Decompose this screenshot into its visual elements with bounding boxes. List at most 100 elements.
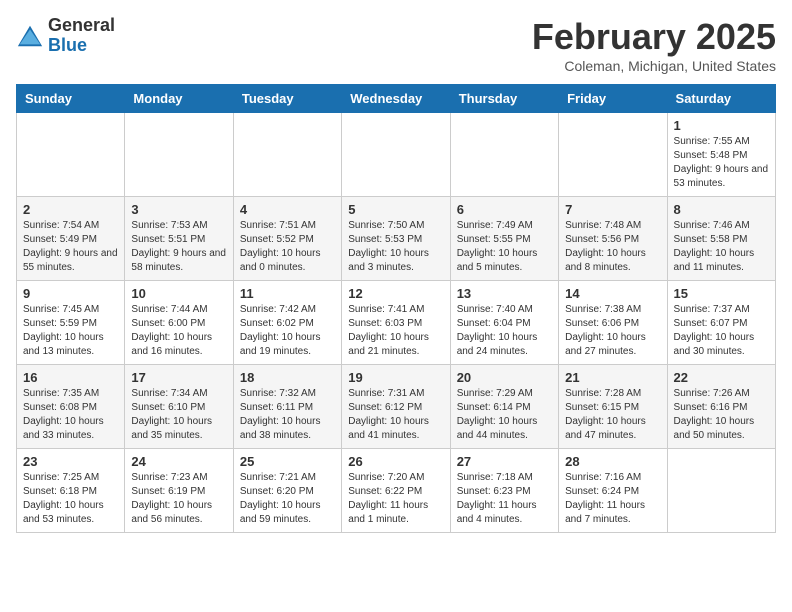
day-number: 22 <box>674 370 769 385</box>
title-area: February 2025 Coleman, Michigan, United … <box>532 16 776 74</box>
day-info: Sunrise: 7:20 AM Sunset: 6:22 PM Dayligh… <box>348 471 443 527</box>
day-cell <box>559 113 667 197</box>
day-info: Sunrise: 7:45 AM Sunset: 5:59 PM Dayligh… <box>23 303 118 359</box>
day-cell: 25 Sunrise: 7:21 AM Sunset: 6:20 PM Dayli… <box>233 449 341 533</box>
day-info: Sunrise: 7:50 AM Sunset: 5:53 PM Dayligh… <box>348 219 443 275</box>
day-cell: 2 Sunrise: 7:54 AM Sunset: 5:49 PM Daylig… <box>17 197 125 281</box>
day-info: Sunrise: 7:28 AM Sunset: 6:15 PM Dayligh… <box>565 387 660 443</box>
day-number: 24 <box>131 454 226 469</box>
calendar-header: SundayMondayTuesdayWednesdayThursdayFrid… <box>17 85 776 113</box>
day-cell: 9 Sunrise: 7:45 AM Sunset: 5:59 PM Daylig… <box>17 281 125 365</box>
day-number: 17 <box>131 370 226 385</box>
day-cell: 20Sunrise: 7:29 AM Sunset: 6:14 PM Dayli… <box>450 365 558 449</box>
day-info: Sunrise: 7:42 AM Sunset: 6:02 PM Dayligh… <box>240 303 335 359</box>
day-info: Sunrise: 7:31 AM Sunset: 6:12 PM Dayligh… <box>348 387 443 443</box>
day-header-thursday: Thursday <box>450 85 558 113</box>
day-number: 14 <box>565 286 660 301</box>
day-cell: 18 Sunrise: 7:32 AM Sunset: 6:11 PM Dayli… <box>233 365 341 449</box>
day-number: 11 <box>240 286 335 301</box>
day-number: 16 <box>23 370 118 385</box>
day-info: Sunrise: 7:44 AM Sunset: 6:00 PM Dayligh… <box>131 303 226 359</box>
day-header-tuesday: Tuesday <box>233 85 341 113</box>
day-header-sunday: Sunday <box>17 85 125 113</box>
day-cell: 5 Sunrise: 7:50 AM Sunset: 5:53 PM Daylig… <box>342 197 450 281</box>
day-info: Sunrise: 7:40 AM Sunset: 6:04 PM Dayligh… <box>457 303 552 359</box>
day-number: 20 <box>457 370 552 385</box>
day-info: Sunrise: 7:21 AM Sunset: 6:20 PM Dayligh… <box>240 471 335 527</box>
day-cell: 7Sunrise: 7:48 AM Sunset: 5:56 PM Daylig… <box>559 197 667 281</box>
day-cell: 17 Sunrise: 7:34 AM Sunset: 6:10 PM Dayli… <box>125 365 233 449</box>
week-row-3: 9 Sunrise: 7:45 AM Sunset: 5:59 PM Daylig… <box>17 281 776 365</box>
day-number: 23 <box>23 454 118 469</box>
day-number: 15 <box>674 286 769 301</box>
day-cell: 12Sunrise: 7:41 AM Sunset: 6:03 PM Dayli… <box>342 281 450 365</box>
day-cell: 10 Sunrise: 7:44 AM Sunset: 6:00 PM Dayli… <box>125 281 233 365</box>
day-info: Sunrise: 7:55 AM Sunset: 5:48 PM Dayligh… <box>674 135 769 191</box>
header-row: SundayMondayTuesdayWednesdayThursdayFrid… <box>17 85 776 113</box>
day-cell: 13 Sunrise: 7:40 AM Sunset: 6:04 PM Dayli… <box>450 281 558 365</box>
day-cell <box>450 113 558 197</box>
day-number: 9 <box>23 286 118 301</box>
day-info: Sunrise: 7:16 AM Sunset: 6:24 PM Dayligh… <box>565 471 660 527</box>
day-number: 19 <box>348 370 443 385</box>
day-cell <box>342 113 450 197</box>
day-number: 18 <box>240 370 335 385</box>
month-title: February 2025 <box>532 16 776 58</box>
location: Coleman, Michigan, United States <box>532 58 776 74</box>
day-info: Sunrise: 7:49 AM Sunset: 5:55 PM Dayligh… <box>457 219 552 275</box>
logo: General Blue <box>16 16 115 56</box>
day-info: Sunrise: 7:25 AM Sunset: 6:18 PM Dayligh… <box>23 471 118 527</box>
day-number: 25 <box>240 454 335 469</box>
day-number: 13 <box>457 286 552 301</box>
day-info: Sunrise: 7:48 AM Sunset: 5:56 PM Dayligh… <box>565 219 660 275</box>
day-cell: 8 Sunrise: 7:46 AM Sunset: 5:58 PM Daylig… <box>667 197 775 281</box>
day-number: 8 <box>674 202 769 217</box>
day-cell: 15 Sunrise: 7:37 AM Sunset: 6:07 PM Dayli… <box>667 281 775 365</box>
day-info: Sunrise: 7:23 AM Sunset: 6:19 PM Dayligh… <box>131 471 226 527</box>
day-info: Sunrise: 7:37 AM Sunset: 6:07 PM Dayligh… <box>674 303 769 359</box>
day-info: Sunrise: 7:51 AM Sunset: 5:52 PM Dayligh… <box>240 219 335 275</box>
day-cell <box>667 449 775 533</box>
week-row-1: 1 Sunrise: 7:55 AM Sunset: 5:48 PM Daylig… <box>17 113 776 197</box>
day-number: 2 <box>23 202 118 217</box>
logo-blue: Blue <box>48 36 115 56</box>
day-number: 3 <box>131 202 226 217</box>
day-cell: 11 Sunrise: 7:42 AM Sunset: 6:02 PM Dayli… <box>233 281 341 365</box>
day-info: Sunrise: 7:38 AM Sunset: 6:06 PM Dayligh… <box>565 303 660 359</box>
day-cell: 21 Sunrise: 7:28 AM Sunset: 6:15 PM Dayli… <box>559 365 667 449</box>
day-cell: 19 Sunrise: 7:31 AM Sunset: 6:12 PM Dayli… <box>342 365 450 449</box>
day-cell: 22 Sunrise: 7:26 AM Sunset: 6:16 PM Dayli… <box>667 365 775 449</box>
day-cell <box>233 113 341 197</box>
day-number: 26 <box>348 454 443 469</box>
day-header-monday: Monday <box>125 85 233 113</box>
day-cell: 27Sunrise: 7:18 AM Sunset: 6:23 PM Dayli… <box>450 449 558 533</box>
day-number: 4 <box>240 202 335 217</box>
day-info: Sunrise: 7:35 AM Sunset: 6:08 PM Dayligh… <box>23 387 118 443</box>
day-info: Sunrise: 7:34 AM Sunset: 6:10 PM Dayligh… <box>131 387 226 443</box>
day-cell <box>125 113 233 197</box>
day-header-saturday: Saturday <box>667 85 775 113</box>
day-number: 1 <box>674 118 769 133</box>
day-cell: 26 Sunrise: 7:20 AM Sunset: 6:22 PM Dayli… <box>342 449 450 533</box>
calendar-body: 1 Sunrise: 7:55 AM Sunset: 5:48 PM Daylig… <box>17 113 776 533</box>
day-number: 28 <box>565 454 660 469</box>
day-cell: 24 Sunrise: 7:23 AM Sunset: 6:19 PM Dayli… <box>125 449 233 533</box>
week-row-5: 23 Sunrise: 7:25 AM Sunset: 6:18 PM Dayli… <box>17 449 776 533</box>
day-info: Sunrise: 7:18 AM Sunset: 6:23 PM Dayligh… <box>457 471 552 527</box>
day-cell: 4 Sunrise: 7:51 AM Sunset: 5:52 PM Daylig… <box>233 197 341 281</box>
day-number: 12 <box>348 286 443 301</box>
day-number: 5 <box>348 202 443 217</box>
day-info: Sunrise: 7:32 AM Sunset: 6:11 PM Dayligh… <box>240 387 335 443</box>
week-row-2: 2 Sunrise: 7:54 AM Sunset: 5:49 PM Daylig… <box>17 197 776 281</box>
day-number: 21 <box>565 370 660 385</box>
day-cell <box>17 113 125 197</box>
day-info: Sunrise: 7:54 AM Sunset: 5:49 PM Dayligh… <box>23 219 118 275</box>
day-info: Sunrise: 7:53 AM Sunset: 5:51 PM Dayligh… <box>131 219 226 275</box>
day-cell: 6Sunrise: 7:49 AM Sunset: 5:55 PM Daylig… <box>450 197 558 281</box>
day-info: Sunrise: 7:26 AM Sunset: 6:16 PM Dayligh… <box>674 387 769 443</box>
day-cell: 23 Sunrise: 7:25 AM Sunset: 6:18 PM Dayli… <box>17 449 125 533</box>
day-cell: 28 Sunrise: 7:16 AM Sunset: 6:24 PM Dayli… <box>559 449 667 533</box>
day-number: 10 <box>131 286 226 301</box>
calendar-table: SundayMondayTuesdayWednesdayThursdayFrid… <box>16 84 776 533</box>
day-info: Sunrise: 7:46 AM Sunset: 5:58 PM Dayligh… <box>674 219 769 275</box>
